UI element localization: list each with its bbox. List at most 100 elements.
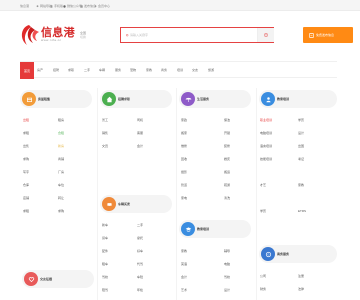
topbar-item-site[interactable]: 信息港: [20, 4, 29, 8]
post-info-button[interactable]: 免费发布信息: [303, 27, 353, 43]
list-item[interactable]: 摩托: [137, 236, 153, 240]
list-item[interactable]: 技能培训: [260, 157, 282, 161]
search-input[interactable]: 请输入关键字: [126, 33, 148, 37]
city-selector[interactable]: 全国 切换: [80, 31, 86, 39]
list-item[interactable]: 设计: [224, 288, 240, 292]
nav-item[interactable]: 交友: [192, 68, 198, 72]
category-title: 教育培训: [277, 97, 290, 101]
list-item[interactable]: 厂房: [58, 170, 74, 174]
nav-item[interactable]: 服务: [115, 68, 121, 72]
list-item[interactable]: 二手: [137, 223, 153, 227]
list-item[interactable]: 转让: [58, 196, 74, 200]
list-item[interactable]: 摄影: [181, 170, 197, 174]
user-icon: [94, 4, 97, 7]
nav-home[interactable]: 首页: [20, 62, 34, 79]
list-item[interactable]: 驾校: [224, 275, 240, 279]
list-item[interactable]: 语言培训: [260, 144, 282, 148]
nav-item[interactable]: 二手: [84, 68, 90, 72]
list-item[interactable]: 法律: [298, 287, 314, 291]
list-item[interactable]: 文员: [102, 144, 118, 148]
list-item[interactable]: 年检: [137, 288, 153, 292]
list-item[interactable]: 出国: [298, 144, 314, 148]
list-item[interactable]: 搬家: [181, 131, 197, 135]
list-item[interactable]: 设计: [298, 131, 314, 135]
list-item[interactable]: ETRS: [298, 209, 314, 213]
list-item[interactable]: 电脑: [224, 262, 240, 266]
list-item[interactable]: 学历: [260, 209, 282, 213]
topbar-item-member[interactable]: 会员中心: [94, 4, 110, 8]
list-item[interactable]: 公司: [260, 274, 276, 278]
list-item[interactable]: 财务: [260, 287, 276, 291]
list-item[interactable]: 仓库: [23, 183, 39, 187]
list-item[interactable]: 维修: [181, 144, 197, 148]
list-item[interactable]: 搬运: [224, 170, 240, 174]
list-item[interactable]: 艺术: [181, 288, 197, 292]
person-icon: [261, 92, 275, 106]
list-item[interactable]: 管道: [181, 183, 197, 187]
nav-item[interactable]: 宠物: [130, 68, 136, 72]
list-item[interactable]: 写字: [23, 170, 39, 174]
list-item[interactable]: 货车: [102, 236, 118, 240]
list-item[interactable]: 出售: [23, 144, 39, 148]
list-item[interactable]: 配件: [102, 249, 118, 253]
list-item[interactable]: 出租: [23, 118, 39, 122]
list-item[interactable]: 家教: [181, 249, 197, 253]
list-item[interactable]: 求租: [23, 131, 39, 135]
list-item[interactable]: 店铺: [23, 196, 39, 200]
list-item[interactable]: 考证: [298, 157, 314, 161]
list-item[interactable]: 清洗: [224, 196, 240, 200]
column-divider: [256, 88, 257, 300]
list-item[interactable]: 家教: [298, 183, 314, 187]
nav-item[interactable]: 商务: [161, 68, 167, 72]
list-item[interactable]: 租房: [58, 118, 74, 122]
edit-icon: [80, 4, 83, 8]
nav-item[interactable]: 车辆: [99, 68, 105, 72]
list-item[interactable]: 陪驾: [102, 288, 118, 292]
house-icon: [22, 92, 36, 106]
list-item[interactable]: 会计: [137, 144, 153, 148]
nav-item[interactable]: 求职: [68, 68, 74, 72]
list-item[interactable]: 车险: [137, 275, 153, 279]
umbrella-icon: [181, 92, 195, 106]
list-item[interactable]: 家电: [181, 196, 197, 200]
nav-item[interactable]: 旅游: [208, 68, 214, 72]
list-item[interactable]: 电脑培训: [260, 131, 282, 135]
nav-item[interactable]: 房产: [37, 68, 43, 72]
list-item[interactable]: 才艺: [260, 183, 282, 187]
nav-item[interactable]: 培训: [177, 68, 183, 72]
list-item[interactable]: 车位: [58, 183, 74, 187]
list-item[interactable]: 回收: [181, 157, 197, 161]
list-item[interactable]: 家政: [181, 118, 197, 122]
list-item[interactable]: 保洁: [224, 118, 240, 122]
list-item[interactable]: 注册: [298, 274, 314, 278]
list-item[interactable]: 职业培训: [260, 118, 282, 122]
list-item[interactable]: 合租: [58, 131, 74, 135]
list-item[interactable]: 婚庆: [224, 157, 240, 161]
list-item[interactable]: 辅导: [224, 249, 240, 253]
list-item[interactable]: 求租: [23, 209, 39, 213]
list-item[interactable]: 会计: [181, 275, 197, 279]
list-item[interactable]: 普工: [102, 118, 118, 122]
list-item[interactable]: 疏通: [224, 183, 240, 187]
list-item[interactable]: 租车: [102, 262, 118, 266]
list-item[interactable]: 新车: [102, 223, 118, 227]
list-item[interactable]: 求购: [58, 209, 74, 213]
list-item[interactable]: 学历: [298, 118, 314, 122]
list-item[interactable]: 开锁: [224, 131, 240, 135]
topbar-item-mobile[interactable]: 手机版: [50, 4, 63, 8]
nav-item[interactable]: 家教: [146, 68, 152, 72]
list-item[interactable]: 好车: [137, 249, 153, 253]
list-item[interactable]: 代驾: [137, 262, 153, 266]
list-item[interactable]: 求购: [23, 157, 39, 161]
list-item[interactable]: 客服: [137, 131, 153, 135]
list-item[interactable]: 新房: [58, 144, 74, 148]
nav-item[interactable]: 招聘: [53, 68, 59, 72]
list-item[interactable]: 装修: [224, 144, 240, 148]
list-item[interactable]: 英语: [181, 262, 197, 266]
list-item[interactable]: 商铺: [58, 157, 74, 161]
search-button[interactable]: [257, 28, 274, 42]
list-item[interactable]: 驾校: [102, 275, 118, 279]
list-item[interactable]: 司机: [137, 118, 153, 122]
list-item[interactable]: 销售: [102, 131, 118, 135]
category-title: 车辆买卖: [118, 202, 131, 206]
